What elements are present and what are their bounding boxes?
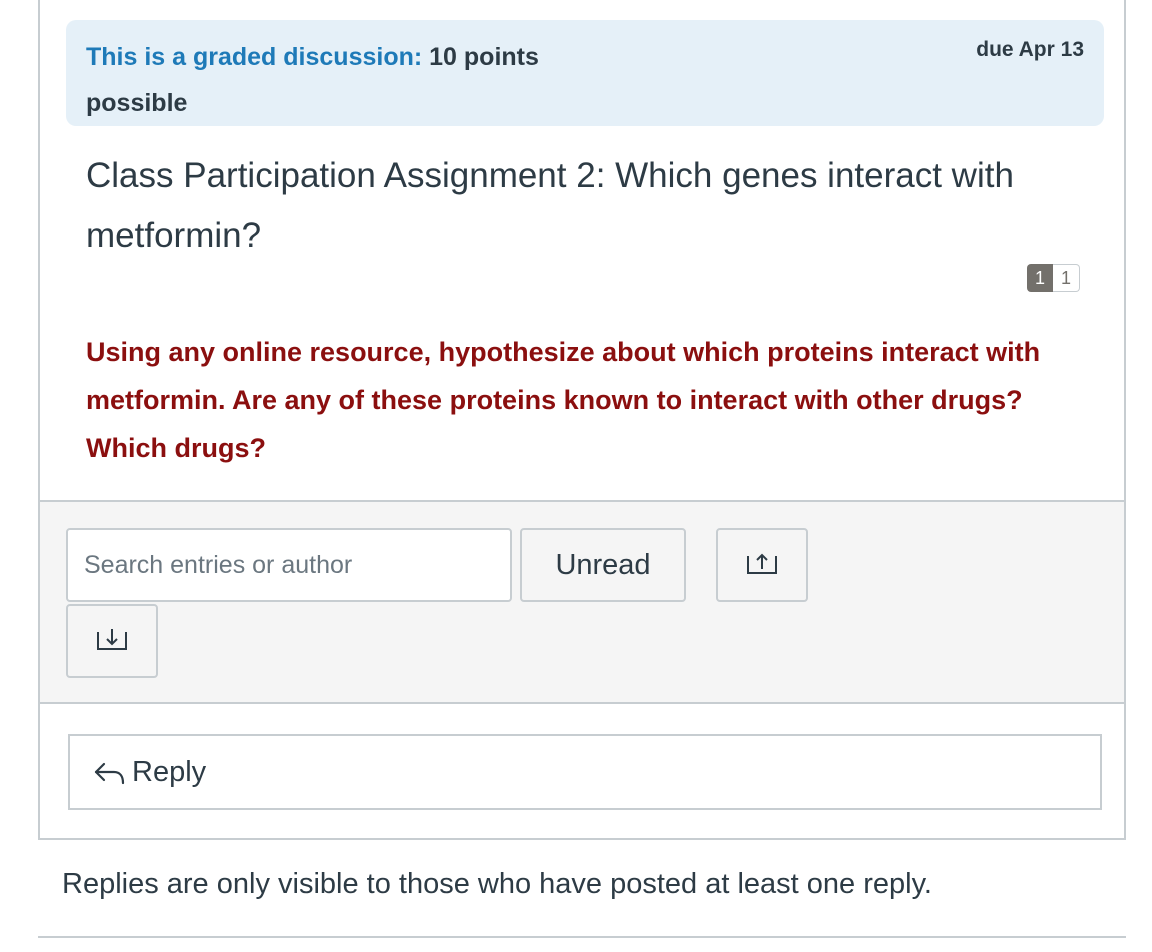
points-possible: possible [86, 89, 188, 117]
collapse-replies-button[interactable] [716, 528, 808, 602]
reply-button[interactable]: Reply [68, 734, 1102, 810]
discussion-prompt: Using any online resource, hypothesize a… [86, 337, 1041, 463]
page-title: Class Participation Assignment 2: Which … [86, 156, 1014, 255]
graded-discussion-banner: This is a graded discussion: 10 points p… [66, 20, 1104, 126]
graded-info: This is a graded discussion: 10 points p… [86, 34, 566, 126]
replies-visibility-notice: Replies are only visible to those who ha… [62, 868, 932, 900]
reply-label: Reply [132, 755, 207, 788]
search-input[interactable] [66, 528, 512, 602]
reply-arrow-icon [92, 757, 128, 787]
discussion-toolbar: Unread [40, 500, 1124, 704]
divider [38, 936, 1126, 938]
arrow-down-box-icon [95, 626, 129, 657]
points-value: 10 points [429, 43, 539, 71]
discussion-container: This is a graded discussion: 10 points p… [38, 0, 1126, 840]
total-count-badge: 1 [1052, 264, 1080, 292]
due-date: due Apr 13 [976, 38, 1084, 61]
graded-label: This is a graded discussion: [86, 43, 423, 71]
unread-filter-button[interactable]: Unread [520, 528, 686, 602]
entry-count-badges: 1 1 [1026, 264, 1080, 292]
unread-filter-label: Unread [555, 548, 651, 581]
unread-count-badge: 1 [1026, 264, 1053, 292]
expand-replies-button[interactable] [66, 604, 158, 678]
arrow-up-box-icon [745, 550, 779, 581]
